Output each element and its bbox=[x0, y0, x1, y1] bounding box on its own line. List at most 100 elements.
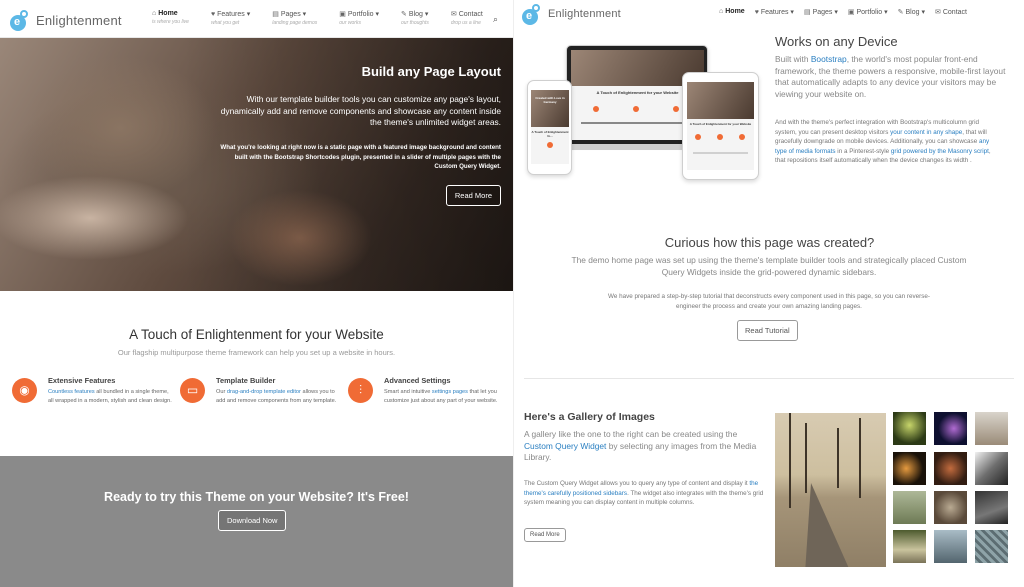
nav-item-pages[interactable]: ▤ Pages ▾ landing page demos bbox=[272, 10, 317, 26]
curious-title: Curious how this page was created? bbox=[664, 235, 875, 250]
masonry-grid-link[interactable]: grid powered by the Masonry script bbox=[891, 148, 989, 155]
hero-read-more-button[interactable]: Read More bbox=[445, 185, 501, 206]
cta-title: Ready to try this Theme on your Website?… bbox=[104, 490, 409, 504]
gallery-read-more-button[interactable]: Read More bbox=[524, 528, 566, 542]
gallery-thumbnail[interactable] bbox=[975, 452, 1008, 485]
nav-item-home[interactable]: ⌂ Home is where you live bbox=[152, 10, 189, 26]
gallery-thumbnail[interactable] bbox=[893, 491, 926, 524]
mockup-phone-title: Created with Love in Germany bbox=[535, 96, 565, 104]
gallery-thumbnail[interactable] bbox=[975, 412, 1008, 445]
intro-title: A Touch of Enlightenment for your Websit… bbox=[129, 327, 384, 342]
heart-icon: ♥ bbox=[210, 10, 216, 18]
gallery-thumbnail[interactable] bbox=[893, 530, 926, 563]
gallery-title: Here's a Gallery of Images bbox=[524, 411, 655, 423]
intro-subtitle: Our flagship multipurpose theme framewor… bbox=[117, 348, 396, 357]
nav-item-contact[interactable]: ✉ Contact bbox=[934, 8, 967, 17]
nav-tagline: what you get bbox=[210, 20, 240, 26]
feature-text: Smart and intuitive settings pages that … bbox=[384, 389, 498, 404]
logo-icon: e bbox=[522, 3, 544, 25]
monitor-icon: ▭ bbox=[180, 378, 205, 403]
bootstrap-link[interactable]: Bootstrap bbox=[811, 54, 847, 64]
gallery-featured-image[interactable] bbox=[775, 413, 886, 567]
phone-mockup: Created with Love in Germany A Touch of … bbox=[527, 80, 572, 175]
nav-tagline: drop us a line bbox=[450, 20, 481, 26]
hero-text: With our template builder tools you can … bbox=[220, 94, 501, 127]
nav-item-home[interactable]: ⌂ Home bbox=[719, 8, 745, 16]
template-editor-link[interactable]: drag-and-drop template editor bbox=[227, 389, 301, 395]
nav-label: Pages ▾ bbox=[812, 9, 838, 16]
gallery-thumbnail[interactable] bbox=[893, 452, 926, 485]
cta-banner: Ready to try this Theme on your Website?… bbox=[0, 456, 513, 587]
site-header: e Enlightenment ⌂ Home ♥ Features ▾ ▤ Pages ▾… bbox=[514, 0, 1024, 25]
nav-tagline: our works bbox=[339, 20, 361, 26]
nav-label: Portfolio ▾ bbox=[856, 9, 888, 16]
chat-icon: ✎ bbox=[401, 11, 407, 18]
nav-item-pages[interactable]: ▤ Pages ▾ bbox=[804, 8, 838, 16]
nav-item-portfolio[interactable]: ▣ Portfolio ▾ bbox=[848, 8, 888, 16]
gallery-thumbnail[interactable] bbox=[934, 491, 967, 524]
document-icon: ▤ bbox=[803, 9, 811, 16]
gallery-thumbnail[interactable] bbox=[975, 530, 1008, 563]
feature-title: Template Builder bbox=[216, 376, 276, 385]
bulb-icon: ◉ bbox=[12, 378, 37, 403]
hero-subtext: What you're looking at right now is a st… bbox=[220, 144, 501, 170]
gallery-text: A gallery like the one to the right can … bbox=[524, 429, 757, 462]
nav-label: Contact bbox=[942, 8, 967, 16]
feature-extensive-features: ◉ Extensive Features Countless features … bbox=[12, 376, 177, 426]
nav-label: Features ▾ bbox=[760, 9, 794, 16]
gallery-thumbnail[interactable] bbox=[934, 530, 967, 563]
custom-query-widget-link[interactable]: Custom Query Widget bbox=[524, 441, 606, 451]
nav-label: Home bbox=[158, 10, 178, 17]
nav-label: Blog ▾ bbox=[408, 11, 429, 18]
gallery-thumbnail[interactable] bbox=[975, 491, 1008, 524]
main-nav: ⌂ Home is where you live ♥ Features ▾ what yo… bbox=[152, 10, 505, 26]
nav-label: Portfolio ▾ bbox=[347, 11, 380, 18]
nav-item-portfolio[interactable]: ▣ Portfolio ▾ our works bbox=[339, 10, 379, 26]
nav-label: Pages ▾ bbox=[280, 11, 307, 18]
content-shape-link[interactable]: your content in any shape bbox=[890, 129, 962, 136]
nav-item-blog[interactable]: ✎ Blog ▾ our thoughts bbox=[401, 10, 429, 26]
nav-label: Home bbox=[725, 8, 745, 15]
read-tutorial-button[interactable]: Read Tutorial bbox=[737, 320, 798, 341]
logo-text: Enlightenment bbox=[548, 8, 621, 20]
gallery-thumbnail[interactable] bbox=[934, 452, 967, 485]
document-icon: ▤ bbox=[272, 11, 279, 18]
nav-item-blog[interactable]: ✎ Blog ▾ bbox=[898, 8, 925, 16]
nav-tagline: landing page demos bbox=[272, 20, 318, 26]
device-subtext: And with the theme's perfect integration… bbox=[775, 119, 991, 164]
mail-icon: ✉ bbox=[450, 11, 457, 18]
hero-title: Build any Page Layout bbox=[361, 64, 501, 79]
site-header: e Enlightenment ⌂ Home is where you live ♥ F… bbox=[0, 0, 513, 38]
device-title: Works on any Device bbox=[775, 34, 898, 49]
nav-label: Contact bbox=[458, 10, 483, 18]
device-text: Built with Bootstrap, the world's most p… bbox=[775, 54, 1006, 99]
chat-icon: ✎ bbox=[897, 9, 904, 16]
nav-item-features[interactable]: ♥ Features ▾ bbox=[755, 8, 794, 17]
site-logo[interactable]: e Enlightenment bbox=[10, 9, 122, 31]
feature-template-builder: ▭ Template Builder Our drag-and-drop tem… bbox=[180, 376, 345, 426]
logo-icon: e bbox=[10, 9, 32, 31]
feature-text: Countless features all bundled in a sing… bbox=[48, 389, 172, 404]
mail-icon: ✉ bbox=[934, 9, 941, 16]
sliders-icon: ⫶ bbox=[348, 378, 373, 403]
nav-item-features[interactable]: ♥ Features ▾ what you get bbox=[210, 10, 250, 27]
curious-text: The demo home page was set up using the … bbox=[571, 255, 967, 277]
feature-title: Extensive Features bbox=[48, 376, 116, 385]
search-icon[interactable]: ⌕ bbox=[493, 14, 498, 25]
countless-features-link[interactable]: Countless features bbox=[48, 389, 95, 395]
site-logo[interactable]: e Enlightenment bbox=[522, 3, 621, 25]
gallery-thumbnail[interactable] bbox=[893, 412, 926, 445]
nav-tagline: our thoughts bbox=[401, 20, 429, 26]
settings-pages-link[interactable]: settings pages bbox=[432, 389, 468, 395]
curious-subtext: We have prepared a step-by-step tutorial… bbox=[608, 293, 930, 310]
feature-text: Our drag-and-drop template editor allows… bbox=[216, 389, 337, 404]
briefcase-icon: ▣ bbox=[847, 9, 855, 16]
briefcase-icon: ▣ bbox=[339, 11, 346, 18]
home-icon: ⌂ bbox=[719, 8, 724, 15]
gallery-subtext: The Custom Query Widget allows you to qu… bbox=[524, 480, 764, 506]
nav-item-contact[interactable]: ✉ Contact drop us a line bbox=[450, 10, 483, 27]
download-now-button[interactable]: Download Now bbox=[218, 510, 287, 531]
nav-label: Blog ▾ bbox=[905, 9, 925, 16]
gallery-thumbnail[interactable] bbox=[934, 412, 967, 445]
tablet-mockup: A Touch of Enlightenment for your Websit… bbox=[682, 72, 759, 180]
